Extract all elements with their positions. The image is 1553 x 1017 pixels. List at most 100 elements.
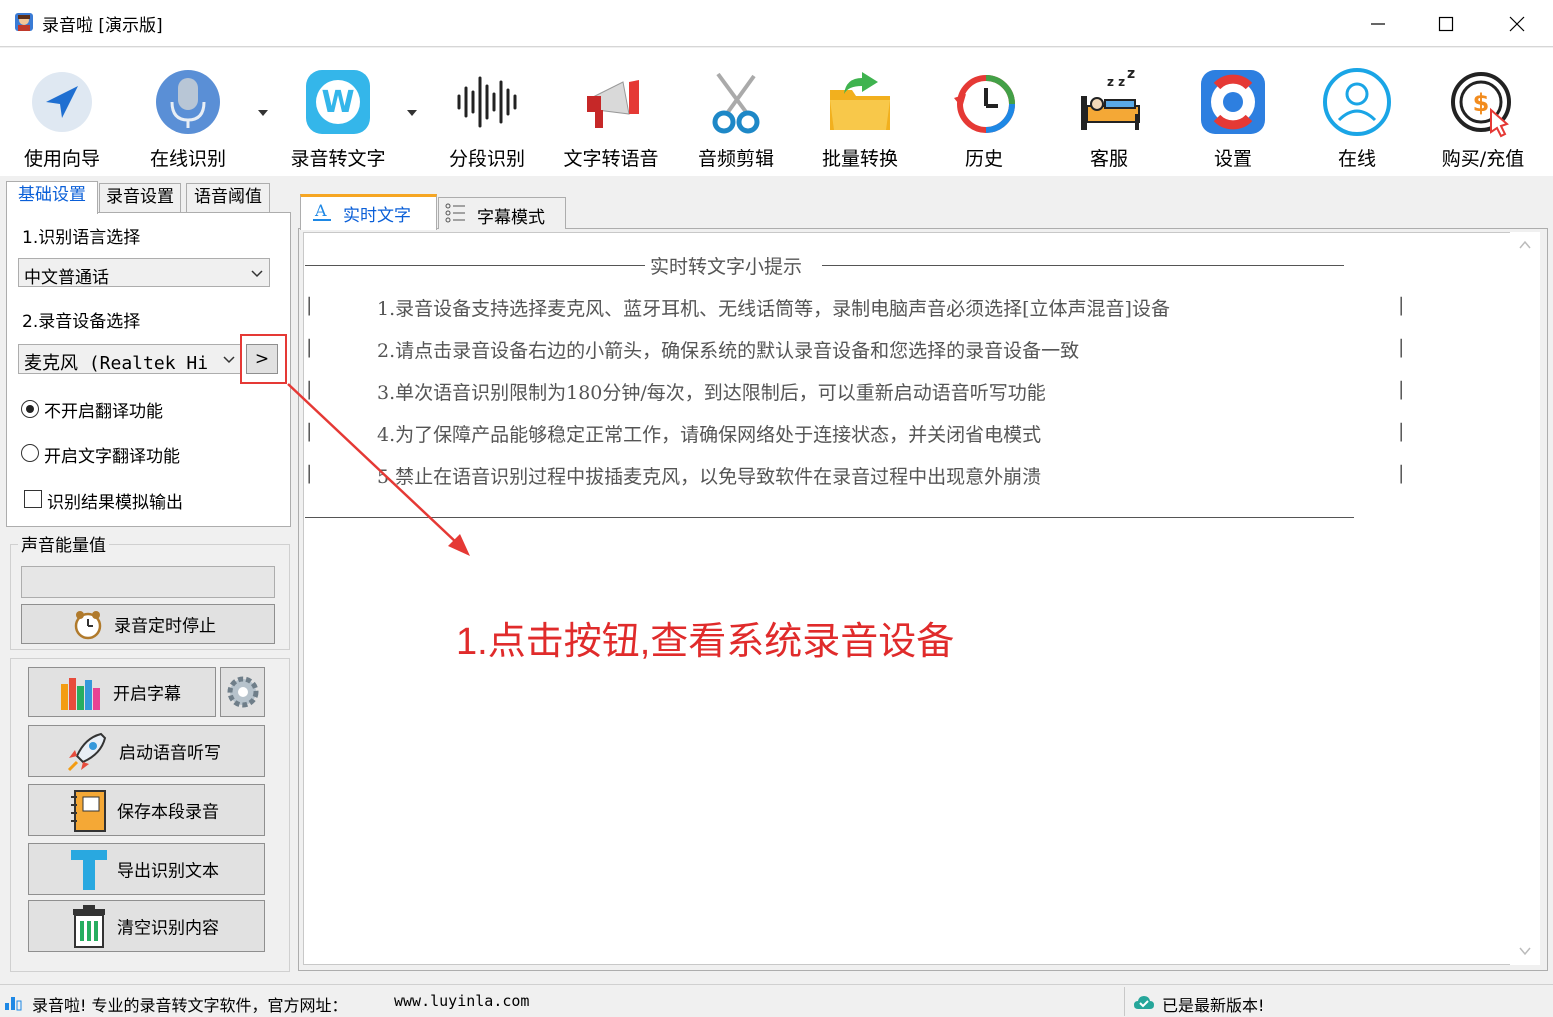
toolbar-online-recognition-button[interactable]: 在线识别 xyxy=(129,54,247,172)
toolbar-history-button[interactable]: 历史 xyxy=(925,54,1043,172)
status-bar: 录音啦! 专业的录音转文字软件，官方网址： www.luyinla.com 已是… xyxy=(0,984,1553,1017)
device-value: 麦克风 (Realtek Hi xyxy=(24,353,209,374)
timer-stop-button[interactable]: 录音定时停止 xyxy=(21,604,275,644)
toolbar-settings-button[interactable]: 设置 xyxy=(1174,54,1292,172)
waveform-icon xyxy=(457,76,517,128)
svg-text:A: A xyxy=(314,201,327,220)
language-label: 1.识别语言选择 xyxy=(22,228,141,248)
svg-text:z: z xyxy=(1127,66,1135,82)
toolbar-online-button[interactable]: 在线 xyxy=(1298,54,1416,172)
highlight-box xyxy=(240,334,287,384)
text-t-icon xyxy=(71,850,107,890)
radio-no-translate-label: 不开启翻译功能 xyxy=(44,402,163,422)
maximize-button[interactable] xyxy=(1411,0,1481,47)
tab-realtime-text-label: 实时文字 xyxy=(343,206,411,226)
tab-realtime-text[interactable]: A 实时文字 xyxy=(300,194,437,230)
vertical-scrollbar[interactable] xyxy=(1510,232,1540,965)
tab-basic-settings[interactable]: 基础设置 xyxy=(6,181,98,214)
scissors-icon xyxy=(712,72,760,134)
tip-line-4: 4.为了保障产品能够稳定正常工作，请确保网络处于连接状态，并关闭省电模式 xyxy=(377,424,1042,446)
tab-subtitle-mode[interactable]: 字幕模式 xyxy=(438,197,566,229)
toolbar-segment-recognition-button[interactable]: 分段识别 xyxy=(428,54,546,172)
bars-chart-icon xyxy=(5,997,22,1011)
toolbar-text-to-speech-button[interactable]: 文字转语音 xyxy=(552,54,670,172)
tab-voice-threshold[interactable]: 语音阈值 xyxy=(186,183,270,212)
gear-icon xyxy=(227,676,259,708)
save-recording-button[interactable]: 保存本段录音 xyxy=(28,784,265,836)
device-label: 2.录音设备选择 xyxy=(22,312,141,332)
tips-rule-bottom xyxy=(305,517,1354,518)
annotation-text: 1.点击按钮,查看系统录音设备 xyxy=(456,621,955,663)
status-url-link[interactable]: www.luyinla.com xyxy=(394,992,529,1010)
window-title: 录音啦 [演示版] xyxy=(42,16,163,36)
dropdown-arrow-icon[interactable] xyxy=(405,106,419,120)
tab-recording-settings[interactable]: 录音设置 xyxy=(99,183,181,212)
close-button[interactable] xyxy=(1482,0,1552,47)
radio-no-translate[interactable] xyxy=(21,400,39,418)
toolbar-audio-edit-button[interactable]: 音频剪辑 xyxy=(677,54,795,172)
alarm-clock-icon xyxy=(74,611,102,640)
language-select[interactable]: 中文普通话 xyxy=(18,258,270,288)
app-logo-icon xyxy=(15,13,33,31)
toolbar-customer-service-button[interactable]: z z z 客服 xyxy=(1050,54,1168,172)
toolbar-batch-convert-button[interactable]: 批量转换 xyxy=(801,54,919,172)
minimize-button[interactable] xyxy=(1343,0,1413,47)
export-text-button[interactable]: 导出识别文本 xyxy=(28,843,265,895)
clear-content-button[interactable]: 清空识别内容 xyxy=(28,900,265,952)
microphone-icon xyxy=(156,70,220,134)
subtitle-button[interactable]: 开启字幕 xyxy=(28,667,216,717)
toolbar-guide-button[interactable]: 使用向导 xyxy=(3,54,121,172)
close-icon xyxy=(1509,16,1525,31)
subtitle-label: 开启字幕 xyxy=(113,684,181,705)
toolbar-label: 批量转换 xyxy=(821,148,898,170)
megaphone-icon xyxy=(587,80,639,128)
rocket-icon xyxy=(67,732,107,772)
status-version-text: 已是最新版本! xyxy=(1162,996,1265,1015)
start-dictation-button[interactable]: 启动语音听写 xyxy=(28,725,265,777)
toolbar-label: 文字转语音 xyxy=(563,148,659,170)
toolbar-purchase-button[interactable]: $ 购买/充值 xyxy=(1424,54,1542,172)
history-clock-icon xyxy=(954,75,1015,133)
subtitle-settings-button[interactable] xyxy=(220,667,265,717)
save-recording-label: 保存本段录音 xyxy=(117,802,219,823)
tip-line-5: 5.禁止在语音识别过程中拔插麦克风，以免导致软件在录音过程中出现意外崩溃 xyxy=(377,466,1042,488)
energy-label: 声音能量值 xyxy=(18,531,109,556)
start-dictation-label: 启动语音听写 xyxy=(119,743,221,764)
chevron-down-icon xyxy=(223,356,235,364)
trash-icon xyxy=(73,905,105,948)
lifebuoy-icon xyxy=(1201,70,1265,134)
export-text-label: 导出识别文本 xyxy=(117,861,219,882)
language-value: 中文普通话 xyxy=(24,268,109,288)
tip-line-3: 3.单次语音识别限制为180分钟/每次，到达限制后，可以重新启动语音听写功能 xyxy=(377,382,1046,404)
dropdown-arrow-icon[interactable] xyxy=(256,106,270,120)
toolbar-label: 在线识别 xyxy=(149,148,226,170)
tips-border-right: | xyxy=(1398,294,1405,316)
maximize-icon xyxy=(1438,16,1454,31)
navigation-arrow-icon xyxy=(32,72,92,132)
simulate-output-checkbox[interactable] xyxy=(24,490,42,508)
minimize-icon xyxy=(1371,22,1385,25)
user-circle-icon xyxy=(1323,68,1391,136)
scroll-up-icon[interactable] xyxy=(1518,238,1532,252)
timer-stop-label: 录音定时停止 xyxy=(114,616,216,637)
tips-border-right: | xyxy=(1398,378,1405,400)
radio-translate-label: 开启文字翻译功能 xyxy=(44,447,180,467)
cloud-check-icon xyxy=(1134,996,1154,1009)
chevron-down-icon xyxy=(251,270,263,278)
svg-text:$: $ xyxy=(1473,89,1490,117)
energy-level-bar xyxy=(21,566,275,598)
scroll-down-icon[interactable] xyxy=(1518,944,1532,958)
notebook-icon xyxy=(71,790,106,832)
toolbar-audio-to-text-button[interactable]: W 录音转文字 xyxy=(279,54,397,172)
svg-text:W: W xyxy=(321,85,354,120)
tips-title: 实时转文字小提示 xyxy=(650,256,803,278)
clear-content-label: 清空识别内容 xyxy=(117,918,219,939)
svg-text:z z: z z xyxy=(1107,75,1125,89)
radio-translate[interactable] xyxy=(21,444,39,462)
toolbar-label: 设置 xyxy=(1213,148,1252,170)
toolbar-label: 客服 xyxy=(1089,148,1128,170)
status-divider xyxy=(1124,987,1125,1016)
device-select[interactable]: 麦克风 (Realtek Hi xyxy=(18,344,242,374)
toolbar-label: 历史 xyxy=(964,148,1003,170)
toolbar-label: 录音转文字 xyxy=(290,148,386,170)
